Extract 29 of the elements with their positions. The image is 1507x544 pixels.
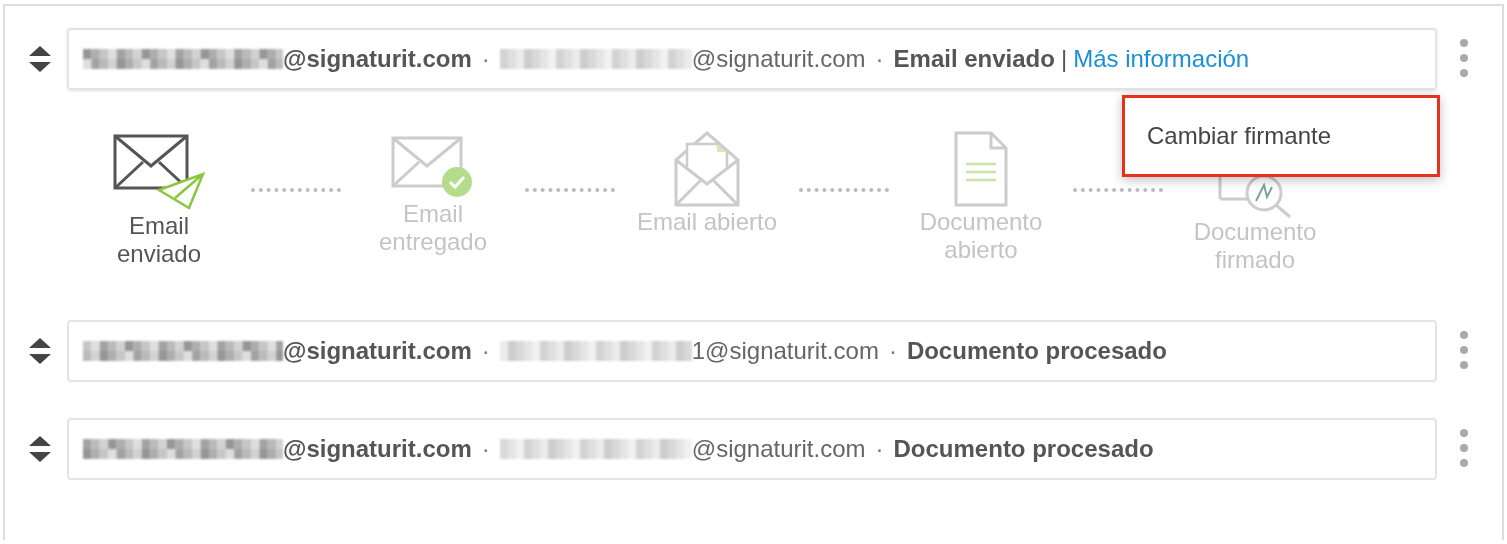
separator: · — [481, 435, 490, 463]
step-label: Documento abierto — [918, 208, 1044, 264]
sender-email: @signaturit.com — [283, 337, 472, 365]
sort-icon[interactable] — [27, 335, 53, 367]
step-label: Email enviado — [115, 212, 203, 268]
sort-icon[interactable] — [27, 43, 53, 75]
separator: | — [1060, 45, 1068, 73]
step-label: Email abierto — [635, 208, 779, 236]
more-info-link[interactable]: Más información — [1073, 45, 1250, 73]
status-text: Documento procesado — [893, 435, 1154, 463]
sender-email: @signaturit.com — [283, 435, 472, 463]
status-text: Email enviado — [893, 45, 1055, 73]
recipient-email: @signaturit.com — [691, 435, 866, 463]
recipient-email: 1@signaturit.com — [691, 337, 879, 365]
step-label: Documento firmado — [1192, 218, 1318, 274]
separator: · — [875, 435, 884, 463]
signer-row[interactable]: @signaturit.com · @signaturit.com · Documento procesado — [67, 418, 1437, 480]
separator: · — [875, 45, 884, 73]
status-text: Documento procesado — [906, 337, 1167, 365]
signer-row[interactable]: @signaturit.com · @signaturit.com · Email enviado | Más información — [67, 28, 1437, 90]
step-label: Email entregado — [377, 200, 489, 256]
separator: · — [888, 337, 897, 365]
menu-item[interactable]: Cambiar firmante — [1125, 118, 1354, 154]
sender-email: @signaturit.com — [283, 45, 472, 73]
signer-row[interactable]: @signaturit.com · 1@signaturit.com · Documento procesado — [67, 320, 1437, 382]
sort-icon[interactable] — [27, 433, 53, 465]
recipient-email: @signaturit.com — [691, 45, 866, 73]
separator: · — [481, 45, 490, 73]
separator: · — [481, 337, 490, 365]
